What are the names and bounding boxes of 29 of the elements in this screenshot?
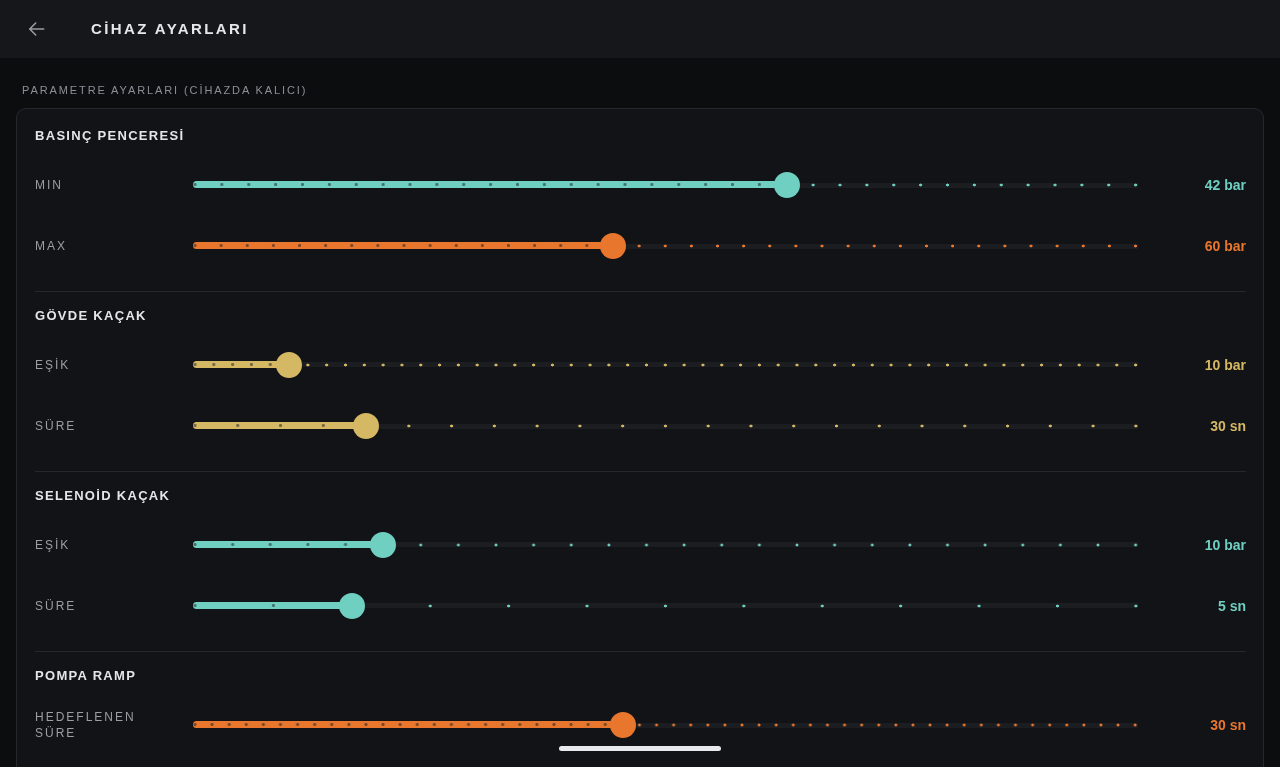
group-title: BASINÇ PENCERESİ [35, 128, 185, 144]
slider-label: SÜRE [35, 597, 77, 614]
group-title: GÖVDE KAÇAK [35, 308, 147, 324]
slider-value: 42 bar [1204, 175, 1246, 194]
slider-label: EŞİK [35, 356, 71, 373]
slider-label: MAX [35, 237, 67, 254]
slider-value: 30 sn [1210, 416, 1246, 435]
slider-label: HEDEFLENEN SÜRE [35, 708, 137, 741]
slider-thumb[interactable] [353, 412, 380, 439]
slider-value: 10 bar [1204, 355, 1246, 374]
slider-label: SÜRE [35, 417, 77, 434]
slider-thumb[interactable] [610, 711, 637, 738]
slider-thumb[interactable] [370, 531, 397, 558]
slider-value: 5 sn [1218, 596, 1246, 615]
slider-label: MIN [35, 176, 63, 193]
slider-thumb[interactable] [276, 351, 303, 378]
slider-value: 10 bar [1204, 535, 1246, 554]
slider-thumb[interactable] [773, 171, 800, 198]
arrow-left-icon [28, 22, 45, 36]
group-title: SELENOİD KAÇAK [35, 488, 171, 504]
section-label: PARAMETRE AYARLARI (CİHAZDA KALICI) [22, 83, 308, 97]
back-button[interactable] [26, 20, 47, 38]
slider-value: 60 bar [1204, 236, 1246, 255]
page-title: CİHAZ AYARLARI [91, 19, 249, 39]
slider-thumb[interactable] [599, 232, 626, 259]
group-title: POMPA RAMP [35, 668, 137, 684]
slider-value: 30 sn [1210, 715, 1246, 734]
slider-thumb[interactable] [339, 592, 366, 619]
slider-label: EŞİK [35, 536, 71, 553]
